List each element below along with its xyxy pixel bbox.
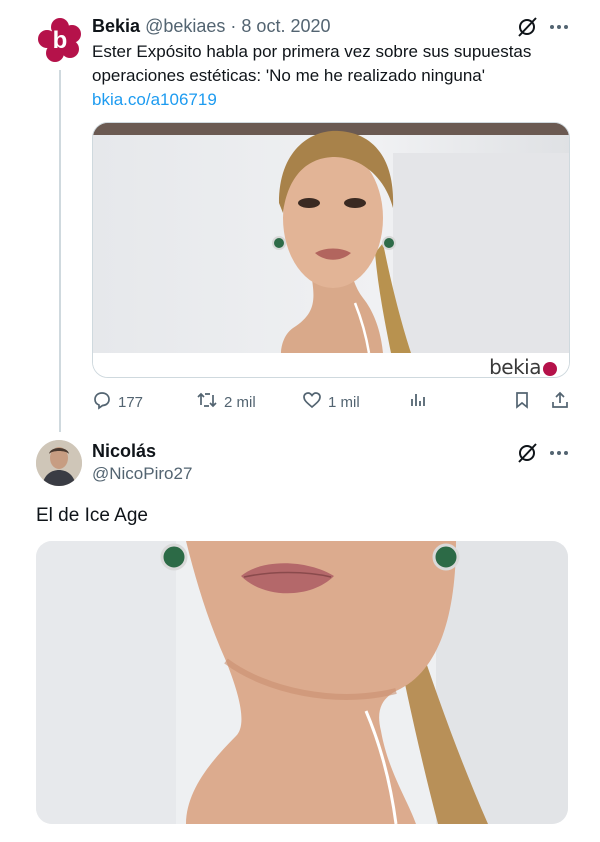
repost-button[interactable]: 2 mil [196,390,256,414]
views-button[interactable] [408,390,428,414]
tweet1-text: Ester Expósito habla por primera vez sob… [92,40,562,112]
avatar-letter: b [53,27,68,54]
bookmark-icon [512,390,532,414]
tweet2-photo[interactable] [36,541,568,824]
tweet1-actions: 177 2 mil 1 mil [92,390,570,416]
tweet1-header: Bekia @bekiaes · 8 oct. 2020 [92,14,331,38]
thread-line [59,70,61,432]
separator: · [230,16,237,36]
tweet1-link[interactable]: bkia.co/a106719 [92,88,562,112]
author-name[interactable]: Bekia [92,16,140,36]
bekia-logo: b [38,18,81,62]
views-icon [408,390,428,414]
author-name[interactable]: Nicolás [92,440,156,462]
more-icon[interactable] [548,442,570,464]
author-handle[interactable]: @bekiaes [145,16,225,36]
bekia-avatar[interactable]: b [38,18,82,62]
card-photo[interactable] [93,123,569,353]
like-button[interactable]: 1 mil [302,390,360,414]
closeup-illustration [36,541,568,824]
reply-button[interactable]: 177 [92,390,143,414]
bookmark-button[interactable] [512,390,532,414]
avatar-photo [36,440,82,486]
tweet1-body: Ester Expósito habla por primera vez sob… [92,42,532,85]
reply-count: 177 [118,393,144,411]
portrait-illustration [93,123,569,353]
author-handle[interactable]: @NicoPiro27 [92,463,192,485]
more-icon[interactable] [548,16,570,38]
tweet2-text: El de Ice Age [36,505,148,526]
brand-flower-icon [543,361,557,376]
share-button[interactable] [550,390,570,414]
card-brand: bekia [489,355,557,377]
repost-icon [196,390,218,414]
like-icon [302,390,322,414]
like-count: 1 mil [328,393,360,411]
link-card[interactable]: bekia [92,122,570,378]
grok-icon[interactable] [516,442,538,464]
tweet-date[interactable]: 8 oct. 2020 [241,16,330,36]
card-footer: bekia [93,353,569,377]
share-icon [550,390,570,414]
repost-count: 2 mil [224,393,256,411]
nicolas-avatar[interactable] [36,440,82,486]
reply-icon [92,390,112,414]
grok-icon[interactable] [516,16,538,38]
